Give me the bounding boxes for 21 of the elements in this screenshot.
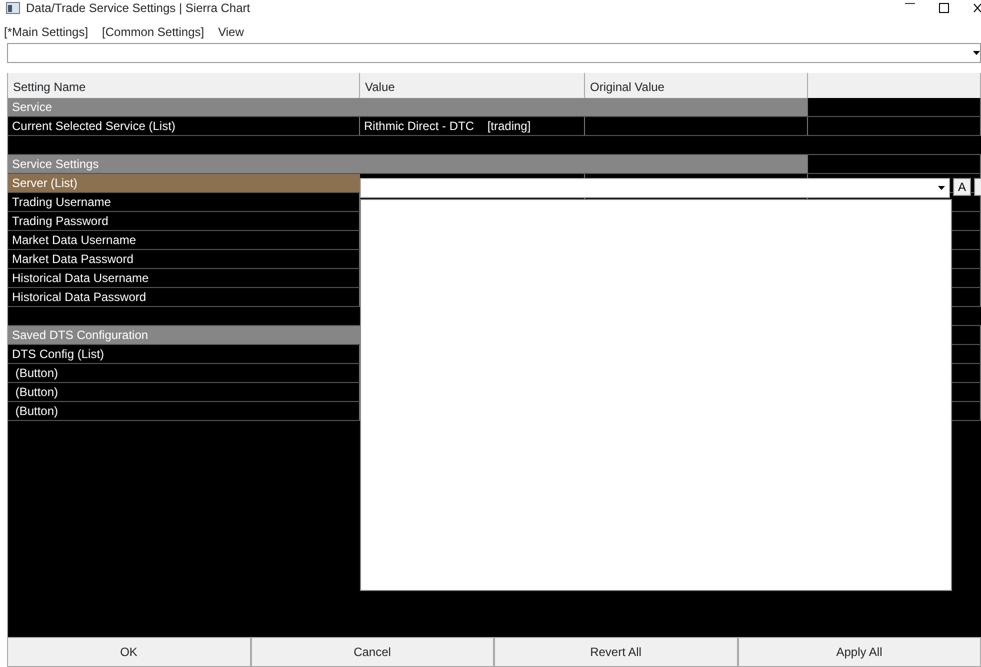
dialog-button[interactable]: Cancel bbox=[250, 637, 494, 667]
dialog-button[interactable]: OK bbox=[7, 637, 250, 667]
setting-name[interactable]: Current Selected Service (List) bbox=[8, 117, 360, 135]
setting-name[interactable]: Server (List) bbox=[8, 174, 360, 192]
dropdown-arrow-icon[interactable] bbox=[973, 51, 980, 55]
group-header: Service Settings bbox=[8, 155, 808, 173]
app-icon bbox=[6, 2, 20, 14]
editor-button[interactable]: A bbox=[953, 178, 971, 196]
partial-button[interactable] bbox=[974, 178, 981, 196]
group-header: Service bbox=[8, 98, 808, 116]
minimize-icon[interactable] bbox=[905, 2, 915, 4]
dialog-button[interactable]: Revert All bbox=[494, 637, 738, 667]
dropdown-arrow-icon[interactable] bbox=[938, 186, 945, 190]
menu-item[interactable]: [*Main Settings] bbox=[4, 22, 88, 40]
menu-item[interactable]: [Common Settings] bbox=[102, 22, 204, 40]
menu-item[interactable]: View bbox=[218, 22, 244, 40]
dialog-button[interactable]: Apply All bbox=[738, 637, 981, 667]
maximize-icon[interactable] bbox=[939, 2, 949, 12]
close-icon[interactable] bbox=[973, 2, 981, 12]
setting-value: Rithmic Direct - DTC [trading] bbox=[360, 117, 585, 135]
window-title: Data/Trade Service Settings | Sierra Chart bbox=[26, 0, 250, 14]
